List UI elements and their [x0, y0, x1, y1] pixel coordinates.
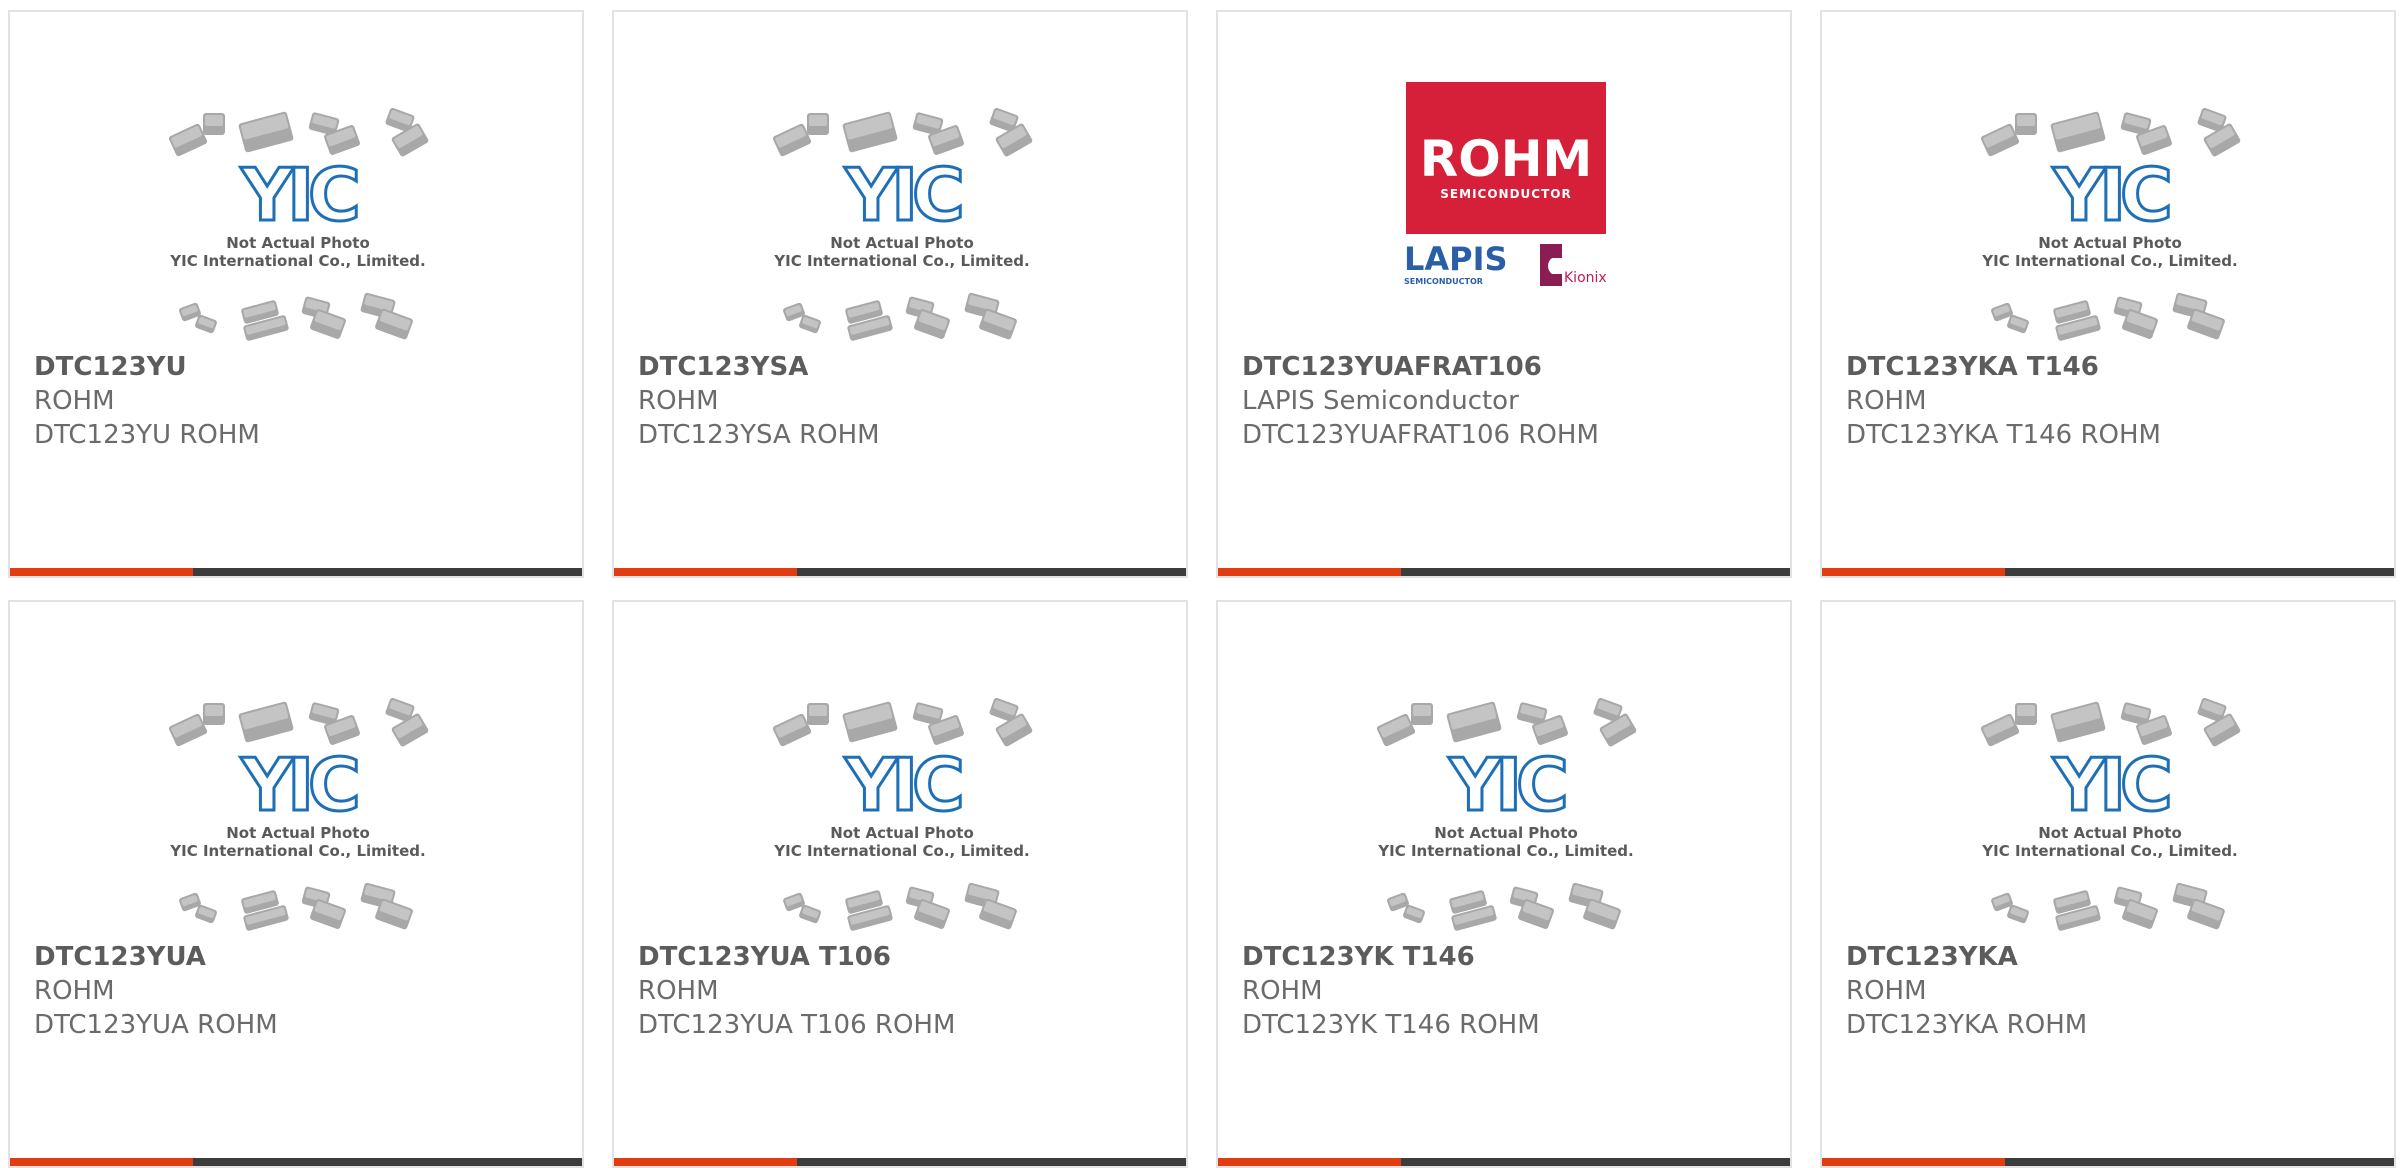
- product-card[interactable]: YIC Not Actual Photo YIC International Co.…: [1820, 600, 2396, 1168]
- product-card[interactable]: YIC Not Actual Photo YIC International Co.…: [1216, 600, 1792, 1168]
- description: DTC123YU ROHM: [34, 420, 260, 450]
- part-number[interactable]: DTC123YU: [34, 350, 572, 384]
- part-number[interactable]: DTC123YUA T106: [638, 940, 1176, 974]
- svg-text:YIC: YIC: [240, 153, 357, 237]
- card-footer-bar: [1822, 1158, 2394, 1166]
- svg-text:Not Actual Photo: Not Actual Photo: [1434, 824, 1578, 842]
- svg-text:YIC: YIC: [2052, 743, 2169, 827]
- svg-text:Kionix: Kionix: [1564, 270, 1607, 286]
- product-image: YIC Not Actual Photo YIC International Co.…: [1822, 12, 2394, 342]
- svg-text:YIC: YIC: [240, 743, 357, 827]
- svg-text:YIC: YIC: [844, 743, 961, 827]
- manufacturer: ROHM: [1846, 976, 1927, 1006]
- product-card[interactable]: YIC Not Actual Photo YIC International Co.…: [612, 10, 1188, 578]
- svg-text:ROHM: ROHM: [1420, 130, 1593, 188]
- part-number[interactable]: DTC123YSA: [638, 350, 1176, 384]
- manufacturer: ROHM: [638, 976, 719, 1006]
- svg-text:YIC: YIC: [1448, 743, 1565, 827]
- product-image: ROHM SEMICONDUCTOR LAPIS SEMICONDUCTOR Kioni…: [1218, 12, 1790, 342]
- product-image: YIC Not Actual Photo YIC International Co.…: [10, 602, 582, 932]
- card-footer-bar: [1218, 568, 1790, 576]
- description: DTC123YUA T106 ROHM: [638, 1010, 956, 1040]
- svg-text:YIC: YIC: [844, 153, 961, 237]
- svg-text:YIC International Co., Limited: YIC International Co., Limited.: [1377, 842, 1633, 860]
- part-number[interactable]: DTC123YUAFRAT106: [1242, 350, 1780, 384]
- description: DTC123YKA ROHM: [1846, 1010, 2088, 1040]
- manufacturer: ROHM: [1846, 386, 1927, 416]
- description: DTC123YKA T146 ROHM: [1846, 420, 2161, 450]
- product-card[interactable]: ROHM SEMICONDUCTOR LAPIS SEMICONDUCTOR Kioni…: [1216, 10, 1792, 578]
- svg-text:Not Actual Photo: Not Actual Photo: [2038, 234, 2182, 252]
- svg-text:YIC International Co., Limited: YIC International Co., Limited.: [169, 252, 425, 270]
- svg-text:Not Actual Photo: Not Actual Photo: [2038, 824, 2182, 842]
- product-image: YIC Not Actual Photo YIC International Co.…: [1218, 602, 1790, 932]
- svg-text:Not Actual Photo: Not Actual Photo: [226, 234, 370, 252]
- description: DTC123YUAFRAT106 ROHM: [1242, 420, 1599, 450]
- svg-text:YIC: YIC: [2052, 153, 2169, 237]
- svg-text:Not Actual Photo: Not Actual Photo: [830, 824, 974, 842]
- part-number[interactable]: DTC123YKA T146: [1846, 350, 2384, 384]
- product-card[interactable]: YIC Not Actual Photo YIC International Co.…: [8, 600, 584, 1168]
- manufacturer: ROHM: [34, 976, 115, 1006]
- svg-text:YIC International Co., Limited: YIC International Co., Limited.: [1981, 252, 2237, 270]
- svg-text:YIC International Co., Limited: YIC International Co., Limited.: [773, 252, 1029, 270]
- manufacturer: LAPIS Semiconductor: [1242, 386, 1519, 416]
- part-number[interactable]: DTC123YUA: [34, 940, 572, 974]
- product-image: YIC Not Actual Photo YIC International Co.…: [1822, 602, 2394, 932]
- card-footer-bar: [1218, 1158, 1790, 1166]
- card-footer-bar: [10, 1158, 582, 1166]
- card-footer-bar: [614, 568, 1186, 576]
- product-card[interactable]: YIC Not Actual Photo YIC International Co.…: [1820, 10, 2396, 578]
- product-image: YIC Not Actual Photo YIC International Co.…: [614, 12, 1186, 342]
- part-number[interactable]: DTC123YK T146: [1242, 940, 1780, 974]
- manufacturer: ROHM: [1242, 976, 1323, 1006]
- card-footer-bar: [1822, 568, 2394, 576]
- card-footer-bar: [614, 1158, 1186, 1166]
- part-number[interactable]: DTC123YKA: [1846, 940, 2384, 974]
- svg-text:YIC International Co., Limited: YIC International Co., Limited.: [773, 842, 1029, 860]
- svg-text:Not Actual Photo: Not Actual Photo: [830, 234, 974, 252]
- product-image: YIC Not Actual Photo YIC International Co.…: [10, 12, 582, 342]
- svg-text:LAPIS: LAPIS: [1404, 240, 1508, 278]
- svg-text:SEMICONDUCTOR: SEMICONDUCTOR: [1404, 277, 1483, 286]
- manufacturer: ROHM: [638, 386, 719, 416]
- description: DTC123YSA ROHM: [638, 420, 880, 450]
- svg-text:Not Actual Photo: Not Actual Photo: [226, 824, 370, 842]
- svg-text:YIC International Co., Limited: YIC International Co., Limited.: [169, 842, 425, 860]
- product-image: YIC Not Actual Photo YIC International Co.…: [614, 602, 1186, 932]
- description: DTC123YK T146 ROHM: [1242, 1010, 1540, 1040]
- manufacturer: ROHM: [34, 386, 115, 416]
- product-card[interactable]: YIC Not Actual Photo YIC International Co.…: [612, 600, 1188, 1168]
- description: DTC123YUA ROHM: [34, 1010, 278, 1040]
- card-footer-bar: [10, 568, 582, 576]
- product-card[interactable]: YIC Not Actual Photo YIC International Co.…: [8, 10, 584, 578]
- svg-text:YIC International Co., Limited: YIC International Co., Limited.: [1981, 842, 2237, 860]
- svg-text:SEMICONDUCTOR: SEMICONDUCTOR: [1440, 187, 1571, 201]
